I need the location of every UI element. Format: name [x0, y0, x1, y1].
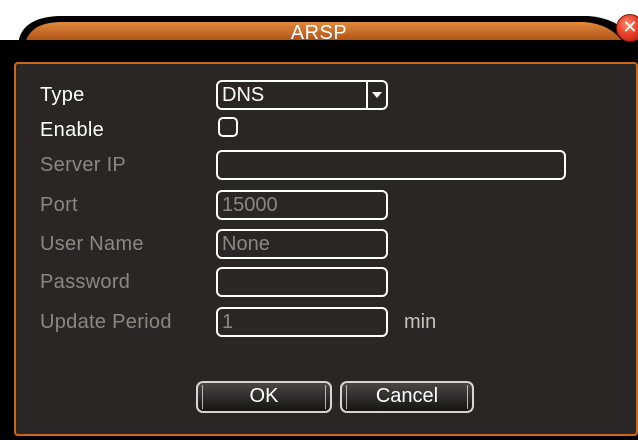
port-input[interactable]: 15000: [216, 190, 388, 220]
enable-label: Enable: [40, 119, 105, 141]
enable-checkbox[interactable]: [218, 117, 238, 137]
port-label: Port: [40, 194, 78, 216]
dialog-title: ARSP: [290, 22, 348, 44]
server-ip-label: Server IP: [40, 154, 127, 176]
chevron-down-icon[interactable]: [366, 82, 386, 108]
update-period-unit: min: [404, 311, 437, 333]
cancel-button-label: Cancel: [375, 385, 439, 407]
type-label: Type: [40, 84, 85, 106]
cancel-button[interactable]: Cancel: [340, 381, 474, 413]
type-select-value: DNS: [222, 84, 265, 106]
ok-button[interactable]: OK: [196, 381, 332, 413]
type-select[interactable]: DNS: [216, 80, 388, 110]
close-icon[interactable]: ✕: [616, 14, 638, 42]
server-ip-input[interactable]: [216, 150, 566, 180]
password-input[interactable]: [216, 267, 388, 297]
arsp-dialog: ARSP ✕ Type DNS Enable Server IP Port 15…: [0, 0, 638, 440]
password-label: Password: [40, 271, 131, 293]
user-name-input[interactable]: None: [216, 229, 388, 259]
update-period-label: Update Period: [40, 311, 172, 333]
ok-button-label: OK: [249, 385, 279, 407]
user-name-label: User Name: [40, 233, 144, 255]
update-period-input[interactable]: 1: [216, 307, 388, 337]
